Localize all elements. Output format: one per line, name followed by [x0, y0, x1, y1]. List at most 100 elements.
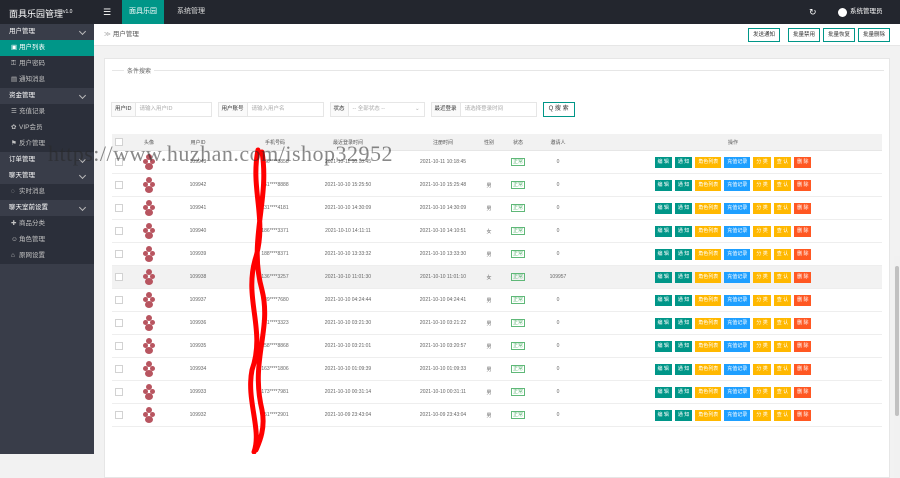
recharge-records-button[interactable]: 充值记录: [724, 294, 751, 306]
row-checkbox[interactable]: [115, 227, 123, 235]
delete-button[interactable]: 删 除: [794, 386, 812, 398]
sidebar-item-0[interactable]: 用户管理: [0, 24, 94, 40]
sidebar-item-13[interactable]: ☺角色管理: [0, 232, 94, 248]
notify-button[interactable]: 通 知: [674, 340, 693, 352]
sidebar-item-2[interactable]: ⚿ 用户密码: [0, 56, 94, 72]
select-all-checkbox[interactable]: [115, 138, 123, 146]
user-account-input[interactable]: 请输入用户名: [247, 102, 324, 117]
role-list-button[interactable]: 角色列表: [695, 386, 722, 398]
edit-button[interactable]: 编 辑: [654, 179, 672, 191]
scrollbar[interactable]: [894, 256, 900, 478]
sidebar-item-4[interactable]: 资金管理: [0, 88, 94, 104]
sidebar-item-5[interactable]: ☰ 充值记录: [0, 104, 94, 120]
send-notice-button[interactable]: 发送通知: [748, 28, 781, 42]
notify-button[interactable]: 通 知: [674, 179, 693, 191]
row-checkbox[interactable]: [115, 319, 123, 327]
category-button[interactable]: 分 类: [753, 179, 771, 191]
edit-button[interactable]: 编 辑: [654, 409, 672, 421]
edit-button[interactable]: 编 辑: [654, 156, 672, 168]
category-button[interactable]: 分 类: [753, 156, 771, 168]
delete-button[interactable]: 删 除: [794, 156, 812, 168]
check-button[interactable]: 查 认: [773, 317, 792, 329]
row-checkbox[interactable]: [115, 388, 123, 396]
notify-button[interactable]: 通 知: [674, 317, 693, 329]
category-button[interactable]: 分 类: [753, 363, 771, 375]
category-button[interactable]: 分 类: [753, 340, 771, 352]
notify-button[interactable]: 通 知: [674, 248, 693, 260]
notify-button[interactable]: 通 知: [674, 409, 693, 421]
delete-button[interactable]: 删 除: [794, 179, 812, 191]
menu-toggle-icon[interactable]: ☰: [100, 0, 114, 24]
batch-restore-button[interactable]: 批量恢复: [823, 28, 856, 42]
role-list-button[interactable]: 角色列表: [695, 179, 722, 191]
recharge-records-button[interactable]: 充值记录: [724, 271, 751, 283]
check-button[interactable]: 查 认: [773, 225, 792, 237]
row-checkbox[interactable]: [115, 296, 123, 304]
recharge-records-button[interactable]: 充值记录: [724, 225, 751, 237]
notify-button[interactable]: 通 知: [674, 294, 693, 306]
recharge-records-button[interactable]: 充值记录: [724, 386, 751, 398]
recharge-records-button[interactable]: 充值记录: [724, 317, 751, 329]
check-button[interactable]: 查 认: [773, 363, 792, 375]
notify-button[interactable]: 通 知: [674, 202, 693, 214]
sidebar-item-3[interactable]: ▤ 通知消息: [0, 72, 94, 88]
role-list-button[interactable]: 角色列表: [695, 409, 722, 421]
sidebar-item-11[interactable]: 聊天室前设置: [0, 200, 94, 216]
role-list-button[interactable]: 角色列表: [695, 202, 722, 214]
edit-button[interactable]: 编 辑: [654, 317, 672, 329]
check-button[interactable]: 查 认: [773, 409, 792, 421]
scrollbar-thumb[interactable]: [895, 266, 899, 416]
edit-button[interactable]: 编 辑: [654, 363, 672, 375]
delete-button[interactable]: 删 除: [794, 271, 812, 283]
delete-button[interactable]: 删 除: [794, 317, 812, 329]
edit-button[interactable]: 编 辑: [654, 386, 672, 398]
edit-button[interactable]: 编 辑: [654, 271, 672, 283]
category-button[interactable]: 分 类: [753, 294, 771, 306]
status-select[interactable]: -- 全部状态 -- ⌄: [348, 102, 425, 117]
tab-mask-park[interactable]: 面具乐园: [122, 0, 164, 24]
batch-disable-button[interactable]: 批量禁用: [788, 28, 821, 42]
delete-button[interactable]: 删 除: [794, 248, 812, 260]
recharge-records-button[interactable]: 充值记录: [724, 179, 751, 191]
check-button[interactable]: 查 认: [773, 294, 792, 306]
sidebar-item-10[interactable]: ◌ 实时消息: [0, 184, 94, 200]
notify-button[interactable]: 通 知: [674, 225, 693, 237]
check-button[interactable]: 查 认: [773, 179, 792, 191]
sidebar-item-12[interactable]: ✚ 商品分类: [0, 216, 94, 232]
row-checkbox[interactable]: [115, 365, 123, 373]
notify-button[interactable]: 通 知: [674, 271, 693, 283]
recharge-records-button[interactable]: 充值记录: [724, 363, 751, 375]
category-button[interactable]: 分 类: [753, 248, 771, 260]
role-list-button[interactable]: 角色列表: [695, 271, 722, 283]
row-checkbox[interactable]: [115, 181, 123, 189]
user-menu[interactable]: 系统管理员: [838, 0, 883, 24]
tab-system-management[interactable]: 系统管理: [170, 0, 212, 24]
refresh-icon[interactable]: ↻: [809, 0, 817, 24]
search-button[interactable]: Q 搜 索: [542, 102, 575, 117]
sidebar-item-9[interactable]: 聊天管理: [0, 168, 94, 184]
delete-button[interactable]: 删 除: [794, 202, 812, 214]
app-logo[interactable]: 面具乐园管理v1.0: [0, 0, 94, 24]
row-checkbox[interactable]: [115, 250, 123, 258]
delete-button[interactable]: 删 除: [794, 363, 812, 375]
recharge-records-button[interactable]: 充值记录: [724, 340, 751, 352]
batch-delete-button[interactable]: 批量删除: [858, 28, 891, 42]
delete-button[interactable]: 删 除: [794, 340, 812, 352]
notify-button[interactable]: 通 知: [674, 156, 693, 168]
category-button[interactable]: 分 类: [753, 202, 771, 214]
sidebar-item-14[interactable]: ⌂ 原网设置: [0, 248, 94, 264]
recharge-records-button[interactable]: 充值记录: [724, 409, 751, 421]
edit-button[interactable]: 编 辑: [654, 202, 672, 214]
role-list-button[interactable]: 角色列表: [695, 225, 722, 237]
recharge-records-button[interactable]: 充值记录: [724, 248, 751, 260]
role-list-button[interactable]: 角色列表: [695, 248, 722, 260]
role-list-button[interactable]: 角色列表: [695, 363, 722, 375]
delete-button[interactable]: 删 除: [794, 294, 812, 306]
row-checkbox[interactable]: [115, 273, 123, 281]
row-checkbox[interactable]: [115, 342, 123, 350]
category-button[interactable]: 分 类: [753, 271, 771, 283]
edit-button[interactable]: 编 辑: [654, 248, 672, 260]
check-button[interactable]: 查 认: [773, 202, 792, 214]
edit-button[interactable]: 编 辑: [654, 294, 672, 306]
role-list-button[interactable]: 角色列表: [695, 317, 722, 329]
